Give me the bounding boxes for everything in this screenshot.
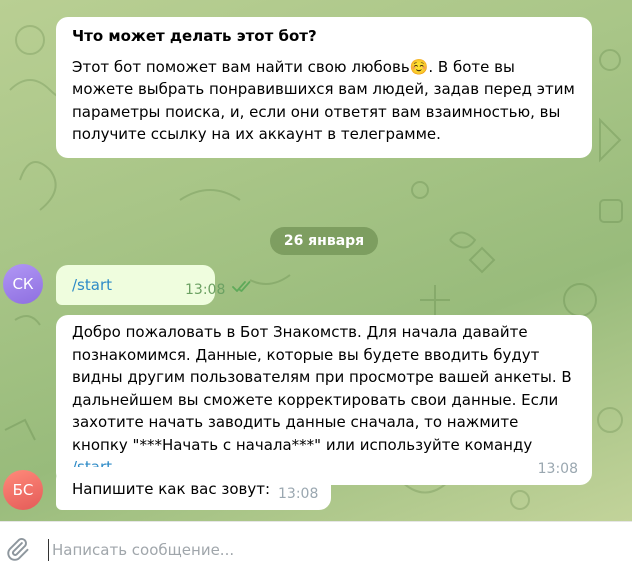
message-time: 13:08 — [537, 460, 578, 477]
message-input[interactable] — [52, 536, 612, 564]
avatar-bs[interactable]: БС — [3, 470, 43, 510]
date-separator: 26 января — [270, 227, 378, 255]
welcome-message[interactable]: Добро пожаловать в Бот Знакомств. Для на… — [56, 315, 592, 485]
paperclip-icon[interactable] — [4, 536, 30, 562]
name-request-message[interactable]: Напишите как вас зовут: 13:08 — [56, 467, 331, 510]
message-time: 13:08 — [278, 486, 319, 502]
smiling-face-emoji: ☺️ — [409, 57, 429, 76]
start-command-text[interactable]: /start — [72, 274, 112, 297]
chat-background: Что может делать этот бот? Этот бот помо… — [0, 0, 632, 521]
outgoing-message[interactable]: /start 13:08 — [56, 265, 251, 305]
text-caret — [48, 539, 49, 561]
bot-info-text-part1: Этот бот поможет вам найти свою любовь — [72, 57, 410, 76]
double-check-icon — [232, 281, 251, 292]
message-composer — [0, 521, 632, 576]
name-request-text: Напишите как вас зовут: — [72, 480, 271, 498]
welcome-text: Добро пожаловать в Бот Знакомств. Для на… — [72, 323, 572, 454]
message-time: 13:08 — [185, 282, 226, 298]
bot-info-card: Что может делать этот бот? Этот бот помо… — [56, 17, 592, 158]
bot-info-text: Этот бот поможет вам найти свою любовь☺️… — [72, 56, 576, 146]
bot-info-title: Что может делать этот бот? — [72, 27, 317, 45]
avatar-sk[interactable]: СК — [3, 264, 43, 304]
